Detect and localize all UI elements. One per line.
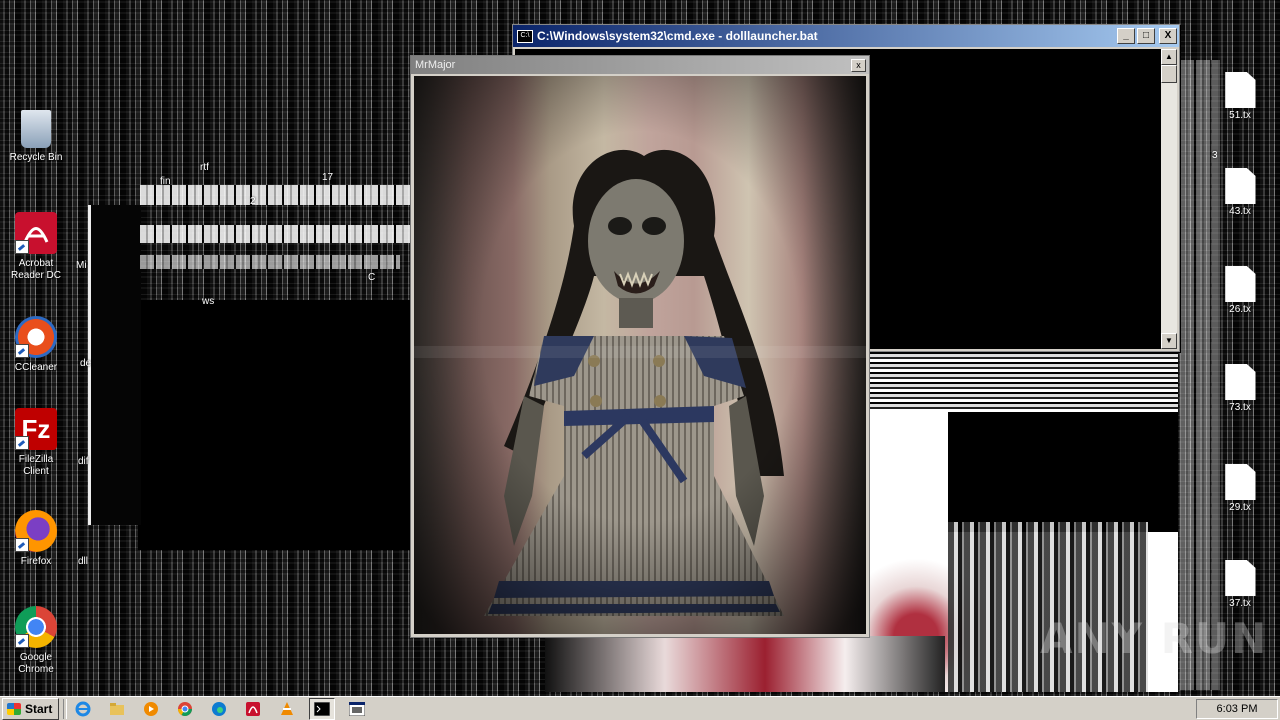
taskbar-edge-button[interactable]	[207, 699, 231, 719]
text-file-icon	[1224, 168, 1256, 204]
file-icon[interactable]: 37.tx	[1220, 560, 1260, 609]
minimize-button[interactable]: _	[1117, 28, 1135, 44]
cmd-icon: C:\	[517, 29, 533, 43]
taskbar-explorer-button[interactable]	[105, 699, 129, 719]
glitch-area	[88, 205, 141, 525]
text-file-icon	[1224, 266, 1256, 302]
taskbar-mrmajor-button[interactable]	[345, 699, 369, 719]
close-button[interactable]: x	[851, 58, 866, 72]
desktop-icon-google-chrome[interactable]: Google Chrome	[6, 606, 66, 676]
edge-icon	[212, 701, 227, 716]
start-button[interactable]: Start	[2, 697, 60, 720]
taskbar-media-player-button[interactable]	[139, 699, 163, 719]
maximize-button[interactable]: □	[1137, 28, 1155, 44]
close-button[interactable]: X	[1159, 28, 1177, 44]
vlc-icon	[281, 701, 294, 715]
glitch-text: Mi	[76, 260, 87, 271]
recycle-bin-icon	[21, 110, 51, 148]
taskbar-ie-button[interactable]	[71, 699, 95, 719]
chrome-icon	[15, 606, 57, 648]
cmd-icon	[314, 701, 331, 716]
desktop-icon-firefox[interactable]: Firefox	[6, 510, 66, 568]
glitch-text: dif	[78, 456, 89, 467]
acrobat-icon	[246, 701, 261, 716]
file-icon[interactable]: 26.tx	[1220, 266, 1260, 315]
file-icon[interactable]: 43.tx	[1220, 168, 1260, 217]
glitch-text: dll	[78, 556, 89, 567]
file-icon[interactable]: 51.tx	[1220, 72, 1260, 121]
explorer-icon	[110, 702, 125, 715]
mrmajor-window[interactable]: MrMajor x	[410, 55, 870, 638]
mrmajor-window-title: MrMajor	[415, 59, 456, 71]
desktop-icon-acrobat-reader[interactable]: Acrobat Reader DC	[6, 212, 66, 282]
glitch-area	[138, 300, 410, 550]
taskbar-chrome-button[interactable]	[173, 699, 197, 719]
text-file-icon	[1224, 560, 1256, 596]
watermark: ANY RUN	[1040, 614, 1269, 663]
scroll-up-arrow-icon[interactable]: ▲	[1161, 49, 1177, 65]
cmd-window-title: C:\Windows\system32\cmd.exe - dolllaunch…	[537, 29, 818, 43]
glitch-text: rtf	[200, 162, 209, 173]
glitch-text: 17	[322, 172, 334, 183]
windows-logo-icon	[7, 702, 21, 715]
firefox-icon	[15, 510, 57, 552]
glitch-text: C	[368, 272, 376, 283]
vertical-scrollbar[interactable]: ▲ ▼	[1161, 49, 1177, 349]
text-file-icon	[1224, 364, 1256, 400]
file-icon[interactable]: 29.tx	[1220, 464, 1260, 513]
glitch-text: ws	[202, 296, 215, 307]
taskbar-acrobat-button[interactable]	[241, 699, 265, 719]
glitch-text: fin	[160, 176, 171, 187]
desktop-icon-ccleaner[interactable]: CCleaner	[6, 316, 66, 374]
glitch-text: 2	[250, 196, 256, 207]
desktop-icon-filezilla[interactable]: Fz FileZilla Client	[6, 408, 66, 478]
mrmajor-icon	[349, 701, 366, 716]
media-player-icon	[144, 701, 159, 716]
filezilla-icon: Fz	[15, 408, 57, 450]
scroll-thumb[interactable]	[1161, 65, 1177, 83]
start-label: Start	[25, 701, 53, 716]
mrmajor-titlebar[interactable]: MrMajor x	[411, 56, 869, 74]
scroll-down-arrow-icon[interactable]: ▼	[1161, 333, 1177, 349]
desktop-icon-recycle-bin[interactable]: Recycle Bin	[6, 110, 66, 164]
taskbar-vlc-button[interactable]	[275, 699, 299, 719]
system-tray-clock[interactable]: 6:03 PM	[1196, 698, 1278, 719]
text-file-icon	[1224, 72, 1256, 108]
file-icon[interactable]: 73.tx	[1220, 364, 1260, 413]
chrome-icon	[178, 701, 193, 716]
glitch-smear	[545, 636, 945, 692]
taskbar: Start 6:03 PM	[0, 696, 1280, 720]
cmd-titlebar[interactable]: C:\ C:\Windows\system32\cmd.exe - dollla…	[513, 25, 1179, 47]
glitch-text: de	[80, 358, 92, 369]
doll-image	[414, 76, 866, 634]
ccleaner-icon	[15, 316, 57, 358]
ie-icon	[75, 701, 91, 716]
text-file-icon	[1224, 464, 1256, 500]
acrobat-reader-icon	[15, 212, 57, 254]
taskbar-cmd-button[interactable]	[309, 697, 336, 720]
glitch-text: 3	[1212, 150, 1218, 161]
